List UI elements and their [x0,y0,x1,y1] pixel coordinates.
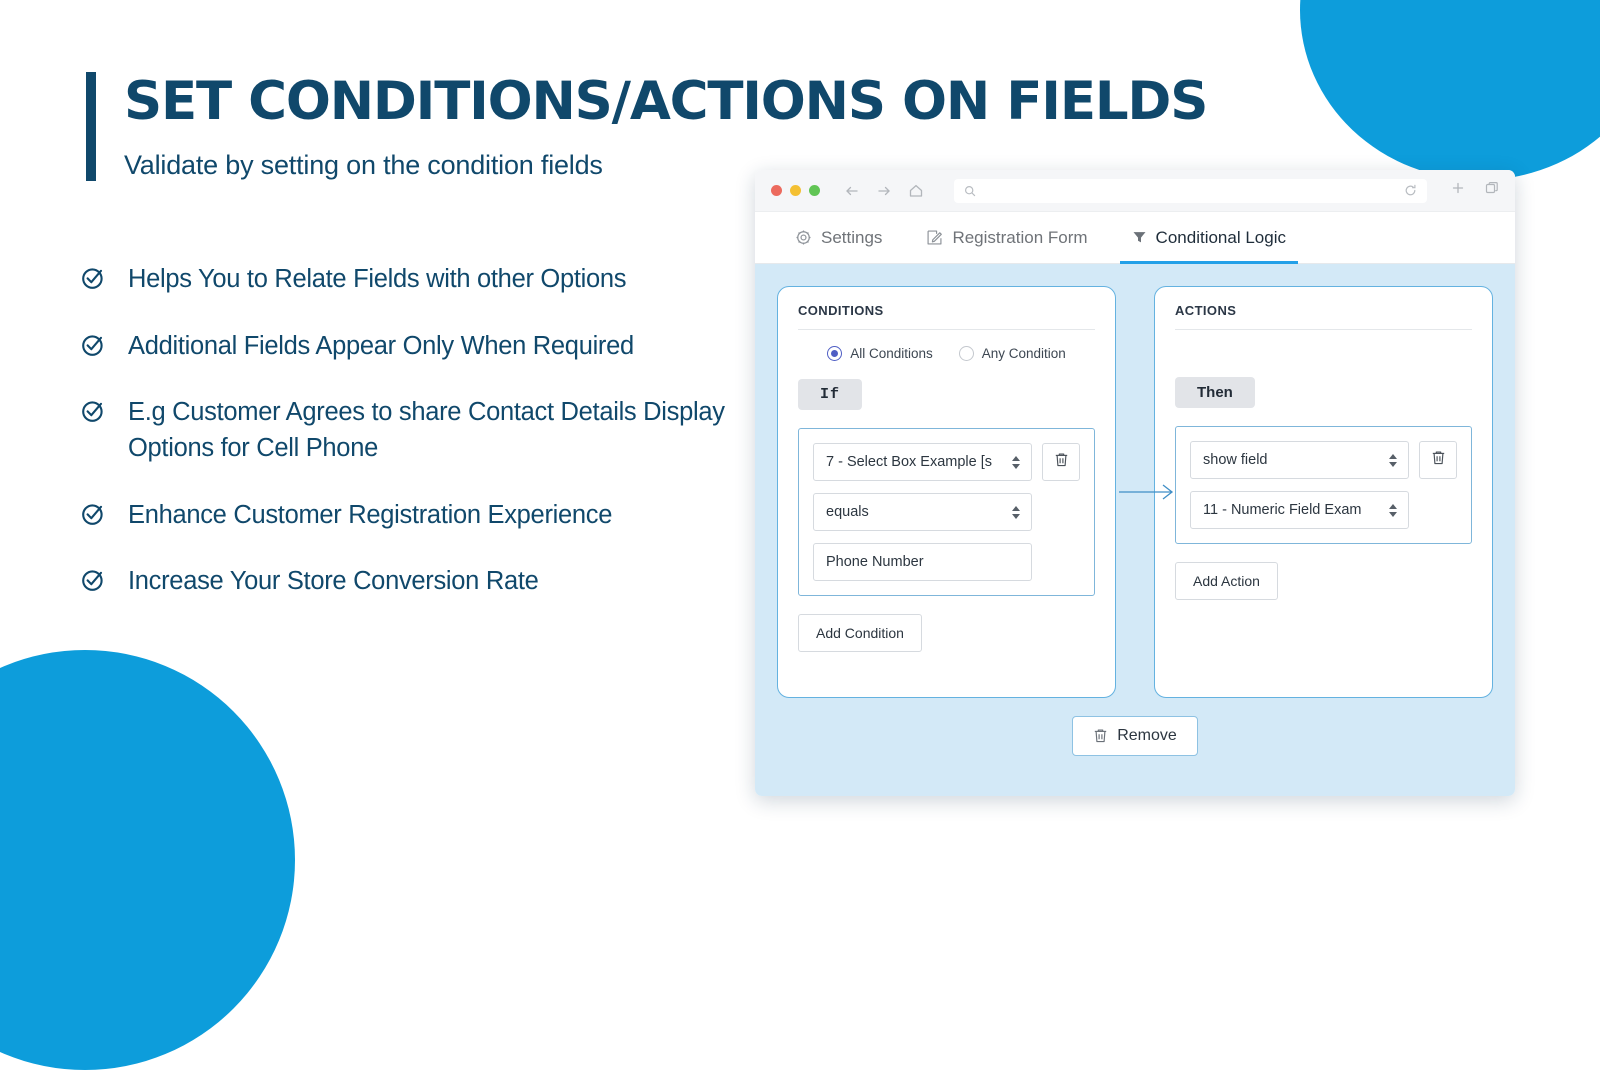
trash-icon [1093,728,1108,744]
action-type-select[interactable]: show field [1190,441,1409,479]
conditional-logic-content: CONDITIONS All Conditions Any Condition … [755,264,1515,796]
list-item: Helps You to Relate Fields with other Op… [80,262,750,298]
edit-square-icon [926,229,943,246]
slide-heading-block: SET CONDITIONS/ACTIONS ON FIELDS Validat… [86,71,1208,181]
tab-registration-form[interactable]: Registration Form [904,212,1109,263]
delete-action-button[interactable] [1419,441,1457,479]
list-item: Enhance Customer Registration Experience [80,498,750,534]
conditions-panel: CONDITIONS All Conditions Any Condition … [777,286,1116,698]
back-arrow-icon[interactable] [844,183,860,199]
remove-rule-area: Remove [777,716,1493,756]
list-item-label: Additional Fields Appear Only When Requi… [128,331,634,360]
plus-icon[interactable] [1451,181,1465,200]
action-row-group: show field 11 - Numeric Field Exam [1175,426,1472,544]
remove-button[interactable]: Remove [1072,716,1198,756]
search-icon [964,185,976,197]
minimize-window-dot[interactable] [790,185,801,196]
tab-conditional-logic[interactable]: Conditional Logic [1110,212,1308,264]
conditions-panel-title: CONDITIONS [798,303,1095,330]
remove-button-label: Remove [1117,727,1177,744]
list-item: Additional Fields Appear Only When Requi… [80,329,750,365]
check-circle-icon [80,501,106,527]
benefits-list: Helps You to Relate Fields with other Op… [80,262,750,631]
browser-window: Settings Registration Form Conditional L… [755,170,1515,796]
action-type-value: show field [1203,452,1268,468]
close-window-dot[interactable] [771,185,782,196]
browser-chrome-bar [755,170,1515,212]
list-item: E.g Customer Agrees to share Contact Det… [80,395,750,466]
copy-windows-icon[interactable] [1485,181,1499,200]
if-badge: If [798,379,863,410]
actions-panel: ACTIONS Then show field 11 - Numeric Fie… [1154,286,1493,698]
tab-bar: Settings Registration Form Conditional L… [755,212,1515,264]
list-item: Increase Your Store Conversion Rate [80,564,750,600]
filter-funnel-icon [1132,230,1147,245]
list-item-label: Helps You to Relate Fields with other Op… [128,265,627,293]
home-icon[interactable] [908,183,924,199]
radio-any-condition[interactable] [958,346,974,361]
condition-row-group: 7 - Select Box Example [s equals Phone N… [798,428,1095,596]
trash-icon [1054,452,1069,473]
then-badge: Then [1175,377,1255,408]
match-mode-radio-group: All Conditions Any Condition [798,346,1095,361]
forward-arrow-icon[interactable] [876,183,892,199]
actions-panel-title: ACTIONS [1175,303,1472,330]
condition-field-value: 7 - Select Box Example [s [826,454,993,470]
action-target-select[interactable]: 11 - Numeric Field Exam [1190,491,1409,529]
action-target-value: 11 - Numeric Field Exam [1203,502,1362,518]
tab-label: Registration Form [952,227,1088,247]
traffic-lights [771,185,820,196]
check-circle-icon [80,398,106,424]
action-target-row: 11 - Numeric Field Exam [1190,491,1457,529]
add-condition-button[interactable]: Add Condition [798,614,922,652]
condition-operator-value: equals [826,504,869,520]
title-accent-bar [86,72,96,181]
tab-settings[interactable]: Settings [773,212,904,263]
add-action-button[interactable]: Add Action [1175,562,1278,600]
condition-value-row [813,543,1080,581]
check-circle-icon [80,567,106,593]
maximize-window-dot[interactable] [809,185,820,196]
condition-operator-row: equals [813,493,1080,531]
radio-all-conditions-label: All Conditions [850,346,933,361]
check-circle-icon [80,332,106,358]
spinner-arrows-icon [1388,501,1398,519]
spinner-arrows-icon [1388,451,1398,469]
spinner-arrows-icon [1011,503,1021,521]
search-input[interactable] [976,184,1404,197]
spinner-arrows-icon [1011,453,1021,471]
list-item-label: E.g Customer Agrees to share Contact Det… [128,398,725,463]
gear-icon [795,229,812,246]
condition-value-field[interactable] [826,554,1019,570]
condition-operator-select[interactable]: equals [813,493,1032,531]
page-title: SET CONDITIONS/ACTIONS ON FIELDS [124,71,1208,132]
radio-all-conditions[interactable] [827,346,843,361]
slide-left-column: SET CONDITIONS/ACTIONS ON FIELDS Validat… [0,0,1208,900]
condition-value-input[interactable] [813,543,1032,581]
list-item-label: Increase Your Store Conversion Rate [128,567,539,596]
tab-label: Conditional Logic [1155,227,1286,247]
list-item-label: Enhance Customer Registration Experience [128,500,613,529]
rule-panels: CONDITIONS All Conditions Any Condition … [777,286,1493,698]
check-circle-icon [80,265,106,291]
reload-icon[interactable] [1404,184,1417,197]
address-bar[interactable] [954,178,1427,203]
decorative-blob-top-right [1300,0,1600,180]
trash-icon [1431,450,1446,471]
radio-any-condition-label: Any Condition [981,346,1066,361]
delete-condition-button[interactable] [1042,443,1080,481]
condition-field-row: 7 - Select Box Example [s [813,443,1080,481]
condition-field-select[interactable]: 7 - Select Box Example [s [813,443,1032,481]
tab-label: Settings [821,227,883,247]
action-type-row: show field [1190,441,1457,479]
